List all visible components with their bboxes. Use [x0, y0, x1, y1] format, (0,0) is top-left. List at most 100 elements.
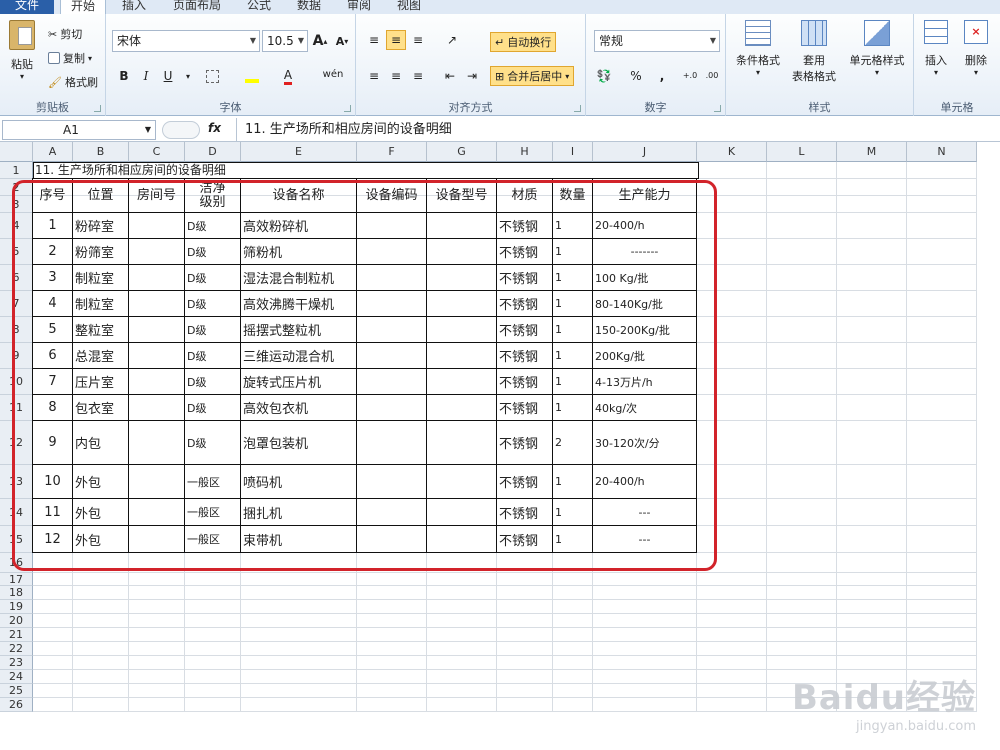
grid-cell[interactable]	[241, 684, 357, 698]
grid-cell[interactable]	[767, 553, 837, 573]
column-header-j[interactable]: J	[593, 142, 697, 162]
grid-cell[interactable]	[697, 656, 767, 670]
font-size-select[interactable]: 10.5 ▼	[262, 30, 308, 52]
align-center-icon[interactable]: ≡	[386, 66, 406, 86]
grid-cell[interactable]	[129, 656, 185, 670]
format-as-table-button[interactable]: 套用 表格格式	[786, 20, 842, 84]
orientation-icon[interactable]: ↗	[442, 30, 462, 50]
grid-cell[interactable]	[907, 395, 977, 421]
grid-cell[interactable]	[497, 670, 553, 684]
grid-cell[interactable]	[907, 465, 977, 499]
grid-cell[interactable]	[837, 343, 907, 369]
grid-cell[interactable]	[907, 553, 977, 573]
bold-button[interactable]: B	[114, 66, 134, 86]
grid-cell[interactable]	[357, 614, 427, 628]
align-top-icon[interactable]: ≡	[364, 30, 384, 50]
grid-cell[interactable]	[553, 656, 593, 670]
grid-cell[interactable]	[553, 698, 593, 712]
row-header-25[interactable]: 25	[0, 684, 33, 698]
grid-cell[interactable]	[553, 573, 593, 586]
grid-cell[interactable]	[357, 642, 427, 656]
grid-cell[interactable]	[837, 213, 907, 239]
grid-cell[interactable]	[241, 656, 357, 670]
grid-cell[interactable]	[73, 642, 129, 656]
paste-button[interactable]: 粘贴 ▾	[4, 20, 40, 81]
grid-cell[interactable]	[427, 628, 497, 642]
grid-cell[interactable]	[837, 628, 907, 642]
grid-cell[interactable]	[497, 614, 553, 628]
grid-cell[interactable]	[129, 670, 185, 684]
grid-cell[interactable]	[129, 614, 185, 628]
grid-cell[interactable]	[497, 628, 553, 642]
grid-cell[interactable]	[767, 343, 837, 369]
grid-cell[interactable]	[357, 698, 427, 712]
grid-cell[interactable]	[593, 600, 697, 614]
shrink-font-button[interactable]: A ▾	[332, 31, 352, 51]
grid-cell[interactable]	[241, 600, 357, 614]
grid-cell[interactable]	[697, 698, 767, 712]
grid-cell[interactable]	[33, 642, 73, 656]
align-middle-icon[interactable]: ≡	[386, 30, 406, 50]
grid-cell[interactable]	[837, 573, 907, 586]
row-header-26[interactable]: 26	[0, 698, 33, 712]
grid-cell[interactable]	[357, 628, 427, 642]
grid-cell[interactable]	[553, 600, 593, 614]
grid-cell[interactable]	[129, 600, 185, 614]
grid-cell[interactable]	[427, 614, 497, 628]
worksheet-grid[interactable]: ABCDEFGHIJKLMN 1 2 3 4 5 6 7 8 9 10 11 12 13 14 15 16 17…	[0, 142, 1000, 750]
grid-cell[interactable]	[907, 600, 977, 614]
grid-cell[interactable]	[767, 600, 837, 614]
number-format-select[interactable]: 常规 ▼	[594, 30, 720, 52]
percent-button[interactable]: %	[626, 66, 646, 86]
select-all-corner[interactable]	[0, 142, 33, 162]
cut-button[interactable]: ✂ 剪切	[48, 26, 82, 42]
grid-cell[interactable]	[427, 698, 497, 712]
grid-cell[interactable]	[697, 628, 767, 642]
grid-cell[interactable]	[73, 600, 129, 614]
grid-cell[interactable]	[185, 600, 241, 614]
grid-cell[interactable]	[241, 586, 357, 600]
grid-cell[interactable]	[907, 343, 977, 369]
delete-cells-button[interactable]: × 删除 ▾	[956, 20, 996, 77]
grid-cell[interactable]	[357, 656, 427, 670]
borders-button[interactable]	[202, 66, 222, 86]
row-header-18[interactable]: 18	[0, 586, 33, 600]
row-header-24[interactable]: 24	[0, 670, 33, 684]
grid-cell[interactable]	[33, 586, 73, 600]
grid-cell[interactable]	[697, 614, 767, 628]
grid-cell[interactable]	[33, 684, 73, 698]
grid-cell[interactable]	[427, 656, 497, 670]
grid-cell[interactable]	[907, 421, 977, 465]
grid-cell[interactable]	[497, 642, 553, 656]
grid-cell[interactable]	[427, 642, 497, 656]
grid-cell[interactable]	[767, 291, 837, 317]
grid-cell[interactable]	[357, 586, 427, 600]
underline-button[interactable]: U	[158, 66, 178, 86]
fill-color-button[interactable]	[242, 66, 262, 86]
font-name-select[interactable]: 宋体 ▼	[112, 30, 260, 52]
tab-view[interactable]: 视图	[387, 0, 431, 14]
font-color-button[interactable]: A	[278, 66, 298, 86]
grid-cell[interactable]	[907, 291, 977, 317]
grid-cell[interactable]	[593, 628, 697, 642]
formula-bar-splitter[interactable]	[162, 121, 200, 139]
grid-cell[interactable]	[767, 526, 837, 553]
grid-cell[interactable]	[697, 684, 767, 698]
grid-cell[interactable]	[697, 600, 767, 614]
grid-cell[interactable]	[553, 670, 593, 684]
grid-cell[interactable]	[837, 600, 907, 614]
grid-cell[interactable]	[837, 239, 907, 265]
copy-button[interactable]: 复制 ▾	[48, 50, 92, 66]
grid-cell[interactable]	[593, 684, 697, 698]
grid-cell[interactable]	[837, 395, 907, 421]
grid-cell[interactable]	[767, 213, 837, 239]
grid-cell[interactable]	[837, 586, 907, 600]
tab-page-layout[interactable]: 页面布局	[163, 0, 231, 14]
row-header-23[interactable]: 23	[0, 656, 33, 670]
column-header-f[interactable]: F	[357, 142, 427, 162]
dialog-launcher-icon[interactable]	[714, 105, 721, 112]
grid-cell[interactable]	[767, 465, 837, 499]
increase-decimal-icon[interactable]: +.0	[680, 66, 700, 86]
currency-icon[interactable]: 💱	[594, 66, 614, 86]
grid-cell[interactable]	[553, 684, 593, 698]
